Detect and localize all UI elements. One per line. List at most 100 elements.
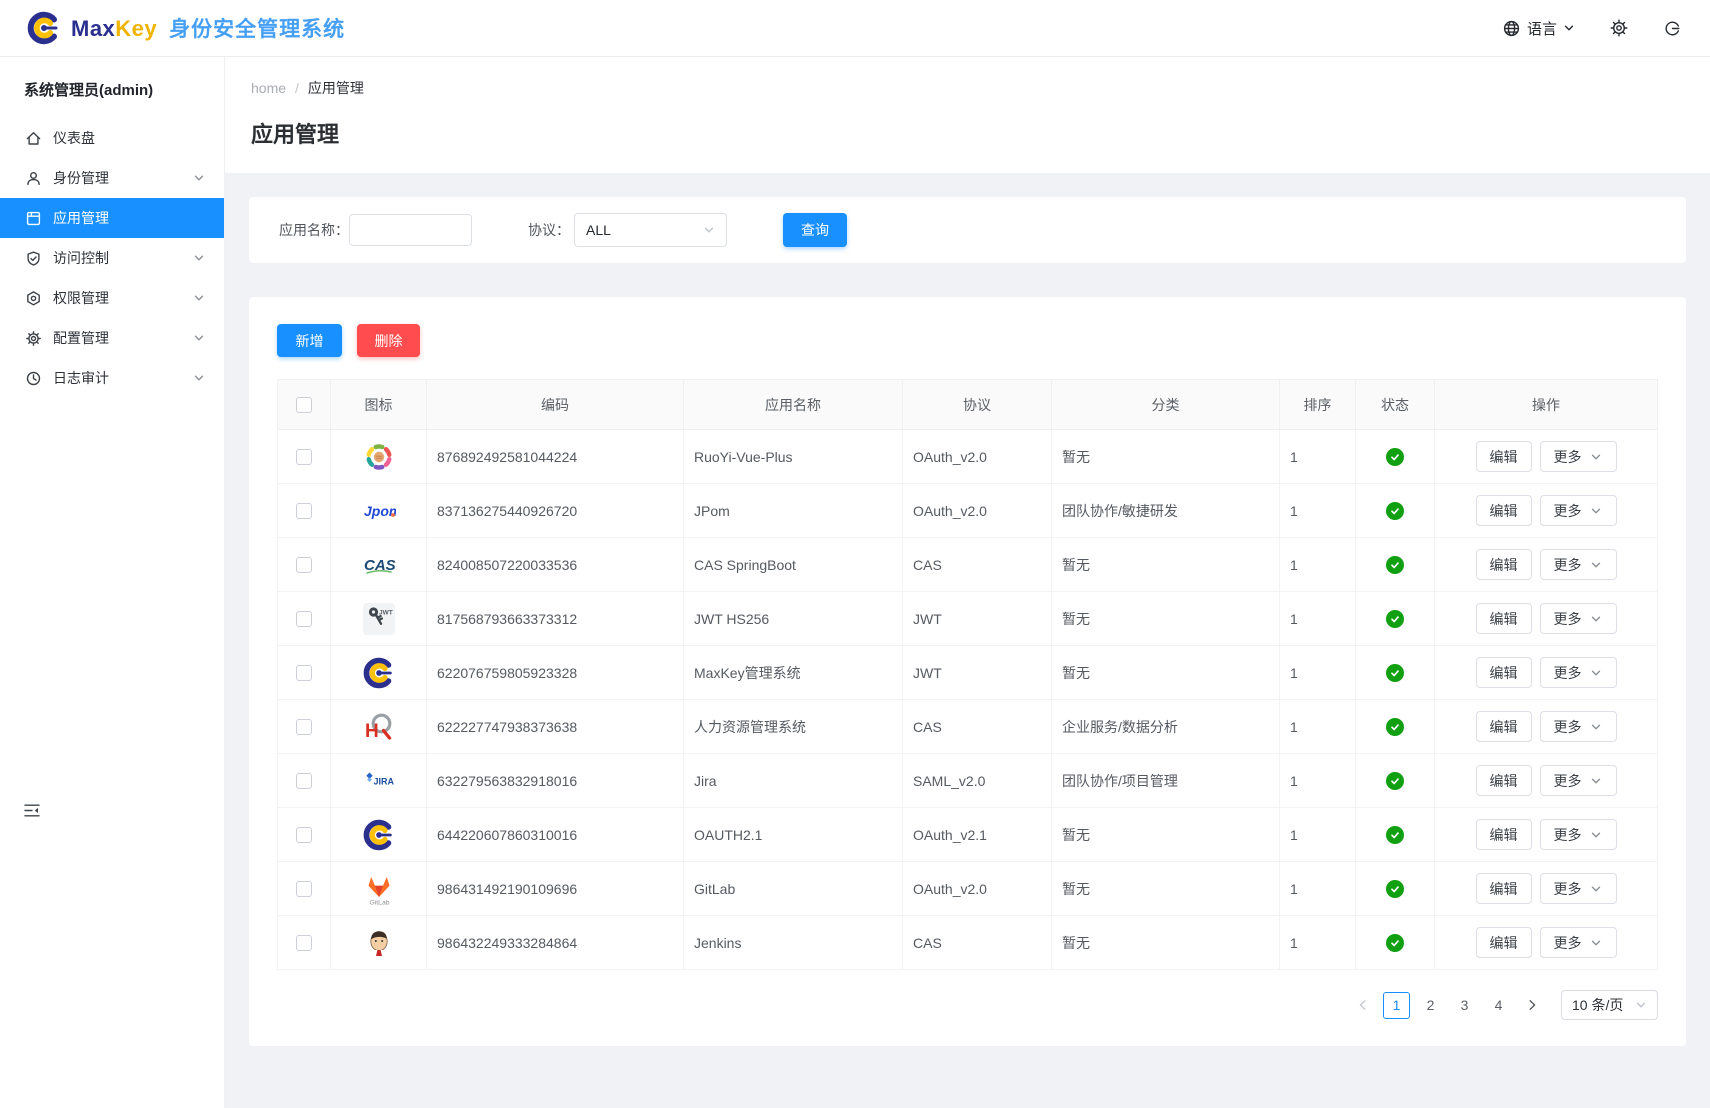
edit-button[interactable]: 编辑: [1476, 873, 1532, 904]
apps-icon: [25, 210, 42, 227]
app-category: 团队协作/敏捷研发: [1052, 484, 1280, 538]
row-checkbox[interactable]: [296, 773, 312, 789]
logout-icon[interactable]: [1663, 19, 1682, 38]
row-select-cell: [278, 754, 331, 808]
status-enabled-icon: [1386, 502, 1404, 520]
edit-button[interactable]: 编辑: [1476, 819, 1532, 850]
maxkey-logo-icon: [26, 10, 62, 46]
page-number-3[interactable]: 3: [1451, 992, 1478, 1019]
edit-button[interactable]: 编辑: [1476, 603, 1532, 634]
chevron-down-icon: [1589, 612, 1603, 626]
app-protocol: OAuth_v2.0: [903, 484, 1052, 538]
row-checkbox[interactable]: [296, 665, 312, 681]
app-protocol: OAuth_v2.1: [903, 808, 1052, 862]
page-size-select[interactable]: 10 条/页: [1561, 990, 1658, 1020]
more-button[interactable]: 更多: [1540, 603, 1617, 634]
sidebar-item-dashboard[interactable]: 仪表盘: [0, 118, 224, 158]
app-status-cell: [1356, 430, 1435, 484]
row-actions-cell: 编辑更多: [1435, 916, 1658, 970]
row-select-cell: [278, 700, 331, 754]
row-checkbox[interactable]: [296, 935, 312, 951]
app-category: 暂无: [1052, 538, 1280, 592]
row-checkbox[interactable]: [296, 449, 312, 465]
filter-card: 应用名称： 协议： ALL 查询: [249, 197, 1686, 263]
sidebar-item-permission[interactable]: 权限管理: [0, 278, 224, 318]
page-number-1[interactable]: 1: [1383, 992, 1410, 1019]
prev-page-icon[interactable]: [1350, 992, 1376, 1018]
app-sort: 1: [1280, 484, 1356, 538]
brand-max: Max: [71, 16, 115, 42]
more-button[interactable]: 更多: [1540, 711, 1617, 742]
app-name: MaxKey管理系统: [684, 646, 903, 700]
more-button[interactable]: 更多: [1540, 873, 1617, 904]
row-select-cell: [278, 862, 331, 916]
page-number-4[interactable]: 4: [1485, 992, 1512, 1019]
edit-button[interactable]: 编辑: [1476, 927, 1532, 958]
more-button[interactable]: 更多: [1540, 927, 1617, 958]
column-header: 排序: [1280, 380, 1356, 430]
more-button[interactable]: 更多: [1540, 441, 1617, 472]
page-number-2[interactable]: 2: [1417, 992, 1444, 1019]
app-name-input[interactable]: [349, 214, 472, 246]
row-checkbox[interactable]: [296, 881, 312, 897]
app-category: 暂无: [1052, 808, 1280, 862]
edit-button[interactable]: 编辑: [1476, 657, 1532, 688]
edit-button[interactable]: 编辑: [1476, 765, 1532, 796]
edit-button[interactable]: 编辑: [1476, 441, 1532, 472]
row-checkbox[interactable]: [296, 503, 312, 519]
more-button[interactable]: 更多: [1540, 819, 1617, 850]
sidebar-item-label: 应用管理: [53, 208, 109, 228]
more-button[interactable]: 更多: [1540, 549, 1617, 580]
table-row: 876892492581044224RuoYi-Vue-PlusOAuth_v2…: [278, 430, 1658, 484]
row-actions-cell: 编辑更多: [1435, 808, 1658, 862]
row-checkbox[interactable]: [296, 827, 312, 843]
app-sort: 1: [1280, 646, 1356, 700]
more-button[interactable]: 更多: [1540, 495, 1617, 526]
app-icon-cell: [331, 646, 427, 700]
row-checkbox[interactable]: [296, 611, 312, 627]
sidebar-item-access[interactable]: 访问控制: [0, 238, 224, 278]
app-icon-cell: [331, 808, 427, 862]
sidebar-item-config[interactable]: 配置管理: [0, 318, 224, 358]
table-row: 986432249333284864JenkinsCAS暂无1编辑更多: [278, 916, 1658, 970]
more-button[interactable]: 更多: [1540, 657, 1617, 688]
breadcrumb-home[interactable]: home: [251, 80, 286, 96]
breadcrumb-separator: /: [295, 80, 299, 96]
edit-button[interactable]: 编辑: [1476, 549, 1532, 580]
sidebar-item-apps[interactable]: 应用管理: [0, 198, 224, 238]
chevron-down-icon: [1563, 22, 1575, 34]
menu-fold-icon[interactable]: [23, 802, 41, 819]
app-status-cell: [1356, 808, 1435, 862]
status-enabled-icon: [1386, 772, 1404, 790]
app-protocol: OAuth_v2.0: [903, 430, 1052, 484]
edit-button[interactable]: 编辑: [1476, 495, 1532, 526]
audit-clock-icon: [25, 370, 42, 387]
app-category: 暂无: [1052, 916, 1280, 970]
svg-text:JWT: JWT: [379, 609, 393, 616]
app-protocol: CAS: [903, 538, 1052, 592]
more-button[interactable]: 更多: [1540, 765, 1617, 796]
sidebar-item-audit[interactable]: 日志审计: [0, 358, 224, 398]
app-name: JWT HS256: [684, 592, 903, 646]
search-button[interactable]: 查询: [783, 213, 847, 247]
delete-button[interactable]: 删除: [357, 324, 420, 357]
settings-gear-icon[interactable]: [1609, 18, 1629, 38]
sidebar-menu: 仪表盘身份管理应用管理访问控制权限管理配置管理日志审计: [0, 110, 224, 398]
sidebar-item-label: 身份管理: [53, 168, 109, 188]
next-page-icon[interactable]: [1519, 992, 1545, 1018]
app-icon-cell: [331, 430, 427, 484]
add-button[interactable]: 新增: [277, 324, 342, 357]
current-user-label: 系统管理员(admin): [0, 57, 224, 110]
language-menu[interactable]: 语言: [1502, 18, 1575, 39]
status-enabled-icon: [1386, 718, 1404, 736]
brand[interactable]: Max Key 身份安全管理系统: [26, 10, 345, 46]
sidebar-item-identity[interactable]: 身份管理: [0, 158, 224, 198]
select-all-checkbox[interactable]: [296, 397, 312, 413]
row-checkbox[interactable]: [296, 557, 312, 573]
row-actions-cell: 编辑更多: [1435, 646, 1658, 700]
protocol-select[interactable]: ALL: [574, 213, 727, 247]
brand-name: Max Key 身份安全管理系统: [71, 13, 345, 43]
dashboard-icon: [25, 130, 42, 147]
row-checkbox[interactable]: [296, 719, 312, 735]
edit-button[interactable]: 编辑: [1476, 711, 1532, 742]
